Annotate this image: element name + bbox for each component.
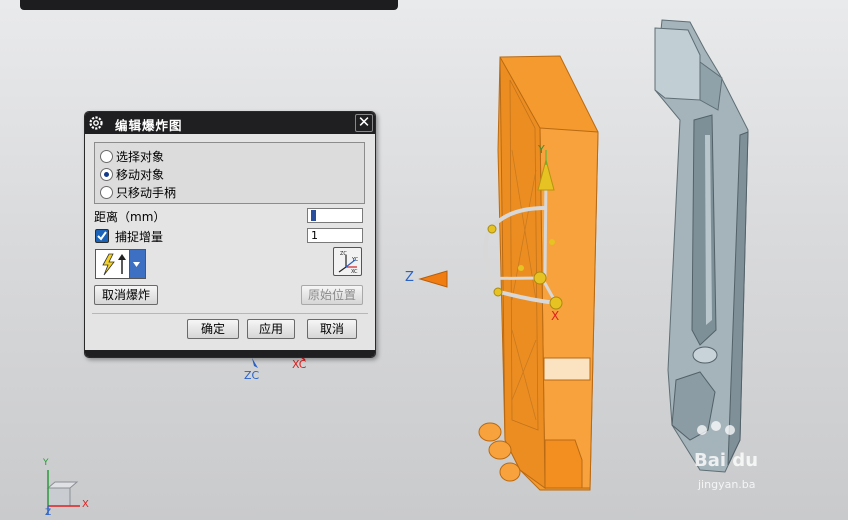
svg-text:YC: YC xyxy=(351,257,359,263)
separator xyxy=(92,313,368,314)
csys-icon: ZC YC XC xyxy=(338,251,359,275)
radio-move-objects[interactable]: 移动对象 xyxy=(100,166,164,182)
radio-label: 只移动手柄 xyxy=(116,185,177,200)
lightning-arrow-icon xyxy=(102,253,126,276)
snap-increment-checkbox[interactable] xyxy=(95,229,109,243)
watermark-sub: jingyan.ba xyxy=(698,478,756,491)
ok-button[interactable]: 确定 xyxy=(187,319,239,339)
radio-move-handles-only[interactable]: 只移动手柄 xyxy=(100,184,176,200)
wcs-zc-label: ZC xyxy=(244,369,260,382)
radio-circle[interactable] xyxy=(100,149,113,163)
checkmark-icon xyxy=(97,231,107,241)
dialog-titlebar[interactable]: 编辑爆炸图 ✕ xyxy=(85,112,375,134)
radio-circle[interactable] xyxy=(100,185,113,199)
triad-z-label: Z xyxy=(45,508,52,518)
close-button[interactable]: ✕ xyxy=(355,114,373,132)
handle-x-label: X xyxy=(551,309,560,323)
apply-button[interactable]: 应用 xyxy=(247,319,295,339)
distance-label: 距离（mm） xyxy=(94,210,166,224)
grey-part[interactable] xyxy=(654,19,749,473)
view-triad xyxy=(46,470,80,515)
radio-label: 选择对象 xyxy=(116,149,165,164)
chevron-down-icon xyxy=(133,262,140,267)
baidu-watermark: Bai du jingyan.ba xyxy=(690,420,758,491)
gear-icon[interactable] xyxy=(88,115,104,131)
dropdown-arrow-button[interactable] xyxy=(129,250,145,278)
cancel-explode-button[interactable]: 取消爆炸 xyxy=(94,285,158,305)
text-caret xyxy=(311,209,316,221)
svg-text:XC: XC xyxy=(351,269,358,275)
edit-explosion-dialog: 编辑爆炸图 ✕ 选择对象 移动对象 只移动手柄 距离（mm） 0 捕捉增量 1 xyxy=(84,111,376,358)
triad-x-label: X xyxy=(82,499,89,510)
radio-select-objects[interactable]: 选择对象 xyxy=(100,148,164,164)
radio-circle-selected[interactable] xyxy=(100,167,113,181)
wcs-xc-label: XC xyxy=(292,358,307,371)
triad-y-label: Y xyxy=(43,458,49,468)
original-position-button[interactable]: 原始位置 xyxy=(301,285,363,305)
handle-y-label: Y xyxy=(538,143,545,156)
distance-input[interactable]: 0 xyxy=(307,208,363,223)
radio-label: 移动对象 xyxy=(116,167,165,182)
handle-z-label: Z xyxy=(405,270,414,285)
dialog-bottom-bar xyxy=(85,350,375,357)
dialog-title: 编辑爆炸图 xyxy=(115,118,183,133)
snap-increment-input[interactable]: 1 xyxy=(307,228,363,243)
cancel-button[interactable]: 取消 xyxy=(307,319,357,339)
svg-text:ZC: ZC xyxy=(340,251,347,257)
csys-orient-button[interactable]: ZC YC XC xyxy=(333,247,362,276)
handle-mode-dropdown[interactable] xyxy=(95,249,146,279)
snap-increment-label: 捕捉增量 xyxy=(115,230,164,244)
mode-radio-group: 选择对象 移动对象 只移动手柄 xyxy=(94,142,365,204)
watermark-text: Bai du xyxy=(694,450,759,471)
